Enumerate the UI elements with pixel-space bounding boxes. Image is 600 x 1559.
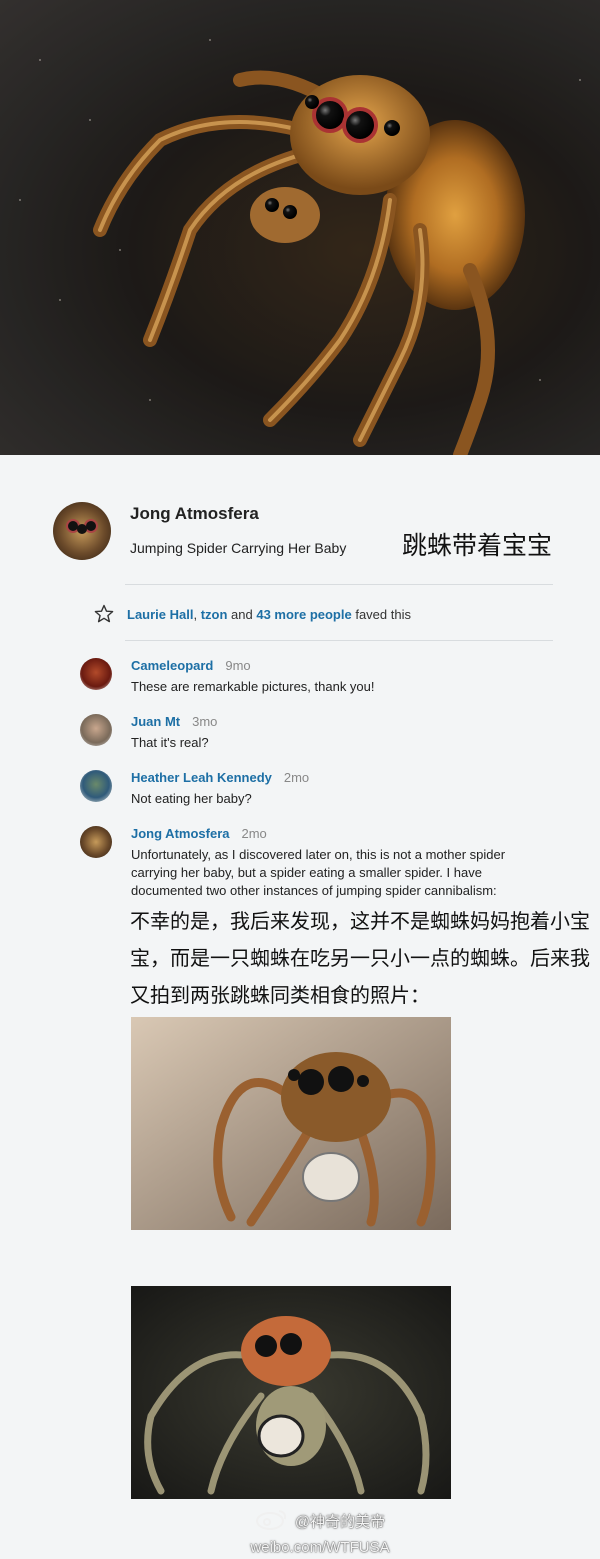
comment-photo[interactable] bbox=[131, 1286, 451, 1499]
fave-user-link[interactable]: tzon bbox=[201, 607, 228, 622]
divider bbox=[125, 640, 553, 641]
comment-text: These are remarkable pictures, thank you… bbox=[131, 679, 375, 694]
faves-separator: , bbox=[193, 606, 201, 622]
fave-user-link[interactable]: Laurie Hall bbox=[127, 607, 193, 622]
star-icon[interactable] bbox=[94, 604, 114, 627]
commenter-name[interactable]: Cameleopard bbox=[131, 658, 213, 673]
divider bbox=[125, 584, 553, 585]
faves-and: and bbox=[227, 606, 257, 622]
weibo-handle: @神奇的美帝 bbox=[294, 1513, 386, 1531]
commenter-name[interactable]: Jong Atmosfera bbox=[131, 826, 229, 841]
comment-translation-chinese: 不幸的是，我后来发现，这并不是蜘蛛妈妈抱着小宝宝，而是一只蜘蛛在吃另一只小一点的… bbox=[130, 909, 590, 1007]
comment-time: 2mo bbox=[283, 770, 310, 785]
comment-text: Unfortunately, as I discovered later on,… bbox=[131, 847, 506, 898]
faves-row: Laurie Hall, tzon and 43 more people fav… bbox=[94, 604, 411, 627]
weibo-watermark: @神奇的美帝 weibo.com/WTFUSA bbox=[230, 1508, 410, 1559]
faves-suffix: faved this bbox=[351, 606, 411, 622]
comment-text: Not eating her baby? bbox=[131, 791, 252, 806]
weibo-logo-icon bbox=[255, 1508, 289, 1537]
commenter-avatar[interactable] bbox=[80, 770, 112, 802]
weibo-url: weibo.com/WTFUSA bbox=[250, 1539, 390, 1556]
photo-title: Jumping Spider Carrying Her Baby bbox=[130, 540, 347, 556]
commenter-avatar[interactable] bbox=[80, 826, 112, 858]
more-faves-link[interactable]: 43 more people bbox=[256, 607, 351, 622]
comment-text: That it's real? bbox=[131, 735, 209, 750]
commenter-avatar[interactable] bbox=[80, 714, 112, 746]
comment-time: 9mo bbox=[225, 658, 251, 673]
comment-photo[interactable] bbox=[131, 1017, 451, 1230]
comment-time: 3mo bbox=[192, 714, 218, 729]
comment-time: 2mo bbox=[241, 826, 267, 841]
commenter-avatar[interactable] bbox=[80, 658, 112, 690]
author-name[interactable]: Jong Atmosfera bbox=[130, 504, 259, 524]
author-avatar[interactable] bbox=[53, 502, 111, 560]
commenter-name[interactable]: Heather Leah Kennedy bbox=[131, 770, 272, 785]
hero-photo bbox=[0, 0, 600, 455]
photo-title-chinese: 跳蛛带着宝宝 bbox=[402, 531, 553, 560]
commenter-name[interactable]: Juan Mt bbox=[131, 714, 180, 729]
